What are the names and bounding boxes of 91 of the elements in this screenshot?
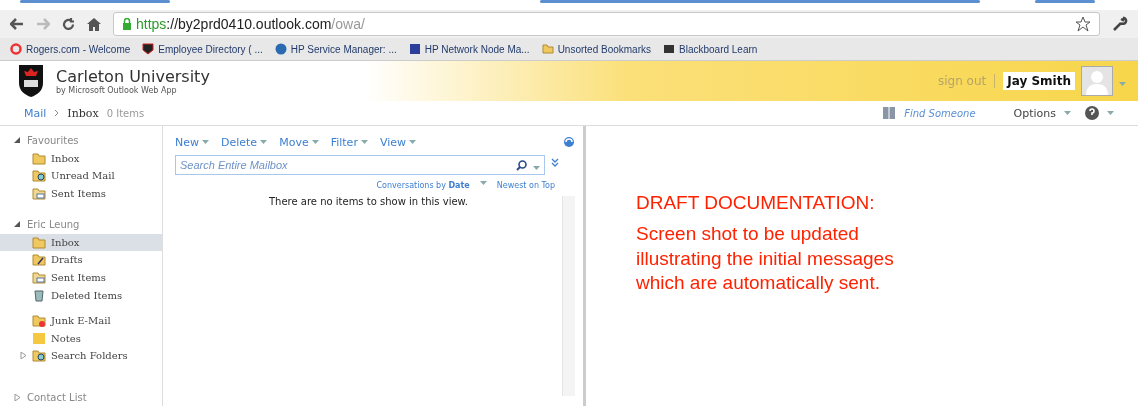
bookmark-link[interactable]: HP Service Manager: ...: [274, 43, 397, 55]
section-title[interactable]: Contact List: [27, 391, 87, 403]
address-book-icon[interactable]: [882, 106, 897, 120]
folder-label: Junk E-Mail: [51, 315, 111, 327]
folder-icon: [32, 235, 46, 249]
product-subtitle: by Microsoft Outlook Web App: [56, 86, 177, 95]
note-icon: [32, 331, 46, 345]
address-bar[interactable]: https://by2prd0410.outlook.com/owa/: [113, 12, 1100, 36]
bookmark-link[interactable]: Rogers.com - Welcome: [10, 43, 131, 55]
caret-icon: [533, 165, 540, 171]
sort-menu[interactable]: Conversations by Date: [376, 181, 470, 190]
chevron-icon: [54, 109, 60, 117]
folder-item[interactable]: Sent Items: [0, 268, 162, 287]
folder-label: Inbox: [51, 152, 80, 164]
toolbar-menu[interactable]: Filter: [330, 135, 368, 149]
wrench-icon[interactable]: [1112, 16, 1128, 32]
folder-item[interactable]: Deleted Items: [0, 286, 162, 304]
shield-icon: [142, 43, 155, 55]
back-arrow-icon[interactable]: [10, 18, 24, 30]
bookmark-link[interactable]: Blackboard Learn: [663, 43, 758, 55]
folder-icon: [32, 186, 46, 200]
folder-icon: [32, 253, 46, 267]
toolbar-menu[interactable]: New: [175, 135, 209, 149]
trash-icon: [32, 288, 46, 302]
toolbar-menu[interactable]: Move: [279, 135, 319, 149]
caret-icon: [360, 139, 368, 145]
folder-icon: [541, 43, 554, 55]
folder-label: Drafts: [51, 254, 83, 266]
folder-label: Deleted Items: [51, 289, 123, 301]
caret-icon: [260, 139, 268, 145]
caret-icon: [1107, 110, 1114, 116]
item-count: 0 Items: [106, 107, 145, 119]
bookmark-link[interactable]: Employee Directory ( ...: [142, 43, 263, 55]
home-icon[interactable]: [87, 17, 101, 31]
caret-icon: [202, 139, 209, 145]
bookmark-link[interactable]: Unsorted Bookmarks: [541, 43, 651, 55]
section-title[interactable]: Eric Leung: [27, 219, 80, 231]
folder-item[interactable]: Sent Items: [0, 184, 162, 203]
ring-icon: [10, 43, 22, 55]
folder-label: Notes: [51, 332, 81, 344]
scrollbar[interactable]: [562, 196, 575, 396]
reload-icon[interactable]: [62, 17, 75, 31]
search-icon[interactable]: [516, 159, 527, 171]
folder-item[interactable]: Drafts: [0, 251, 162, 269]
collapse-triangle-icon[interactable]: [14, 137, 21, 145]
folder-item[interactable]: Notes: [0, 329, 162, 347]
draft-note-title: DRAFT DOCUMENTATION:: [636, 192, 876, 214]
toolbar-menu[interactable]: View: [379, 135, 416, 149]
folder-label: Sent Items: [51, 272, 106, 283]
folder-item[interactable]: Inbox: [0, 233, 162, 252]
expand-triangle-icon[interactable]: [20, 352, 27, 360]
folder-icon: [32, 151, 46, 165]
folder-label: Sent Items: [51, 187, 106, 199]
toolbar-menu[interactable]: Delete: [221, 135, 268, 149]
user-name[interactable]: Jay Smith: [1003, 72, 1075, 90]
caret-icon: [311, 139, 319, 145]
collapse-triangle-icon[interactable]: [14, 221, 21, 229]
url-text: https://by2prd0410.outlook.com/owa/: [136, 16, 365, 32]
search-folder-icon: [32, 169, 46, 183]
section-title[interactable]: Favourites: [27, 135, 79, 147]
folder-title: Inbox: [67, 106, 99, 120]
caret-icon: [1064, 110, 1071, 116]
refresh-icon[interactable]: [563, 136, 575, 148]
folder-item[interactable]: Unread Mail: [0, 167, 162, 185]
empty-message: There are no items to show in this view.: [267, 196, 469, 209]
folder-item[interactable]: Junk E-Mail: [0, 311, 162, 330]
bookmark-link[interactable]: HP Network Node Ma...: [408, 43, 530, 55]
crest-logo: [18, 64, 44, 98]
caret-icon: [1119, 81, 1126, 87]
caret-icon: [409, 139, 416, 145]
caret-icon: [479, 181, 487, 186]
help-icon[interactable]: [1085, 106, 1099, 120]
expand-chevron-icon[interactable]: [551, 157, 559, 168]
folder-label: Unread Mail: [51, 170, 115, 182]
folder-item[interactable]: Inbox: [0, 149, 162, 168]
org-name: Carleton University: [56, 67, 210, 86]
folder-label: Inbox: [51, 236, 80, 248]
options-menu[interactable]: Options: [1013, 106, 1056, 120]
folder-label: Search Folders: [51, 350, 128, 362]
mail-link[interactable]: Mail: [24, 106, 47, 120]
star-icon[interactable]: [1075, 16, 1091, 32]
search-field[interactable]: Search Entire Mailbox: [175, 155, 545, 175]
find-someone-link[interactable]: Find Someone: [904, 107, 976, 119]
expand-triangle-icon[interactable]: [14, 393, 21, 401]
sort-order-link[interactable]: Newest on Top: [496, 181, 555, 190]
folder-icon: [32, 271, 46, 284]
draft-note-text: Screen shot to be updated illustrating the initial messages which are automatically sent.: [636, 222, 895, 296]
folder-icon: [32, 314, 46, 328]
lock-icon: [122, 18, 132, 30]
search-folder-icon: [32, 349, 46, 363]
folder-item[interactable]: Search Folders: [0, 346, 162, 365]
